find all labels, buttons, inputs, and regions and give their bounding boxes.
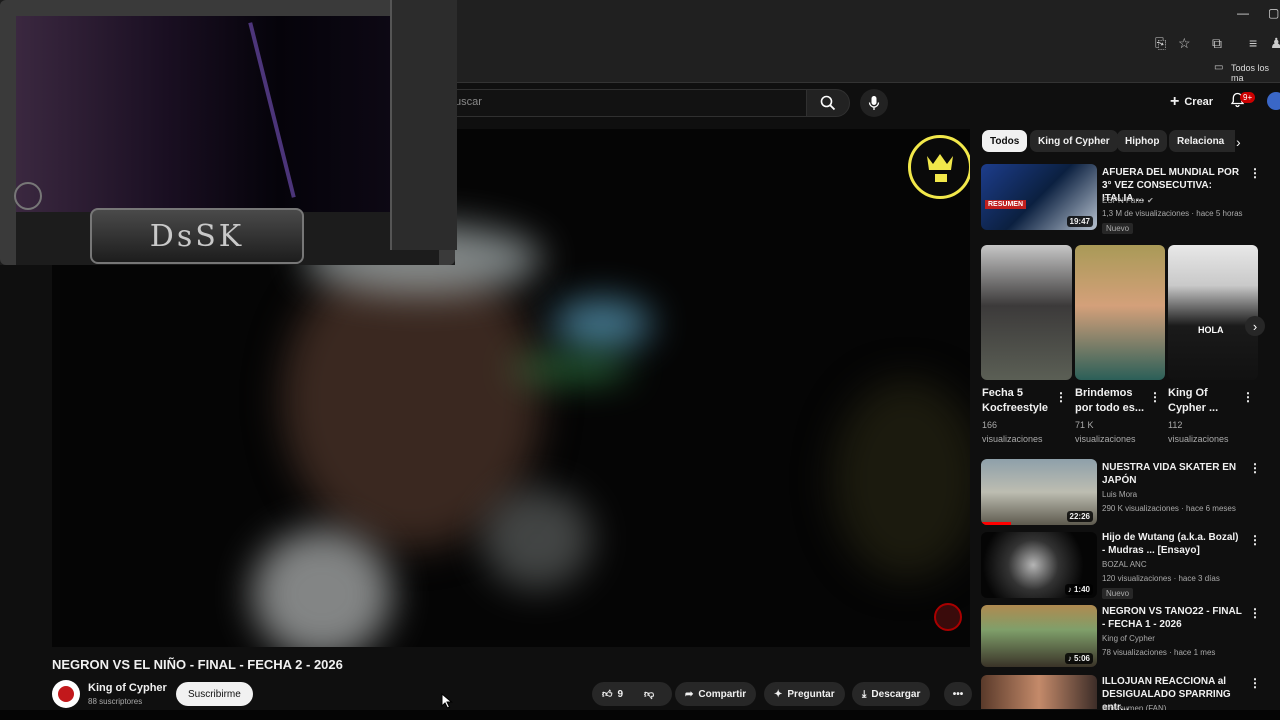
recommended-meta: 78 visualizaciones · hace 1 mes <box>1102 648 1216 657</box>
video-duration: ♪ 5:06 <box>1064 653 1093 664</box>
short-title[interactable]: Fecha 5 Kocfreestyle <box>982 386 1048 416</box>
channel-branding-icon <box>934 603 962 631</box>
video-duration: ♪ 1:40 <box>1064 584 1093 595</box>
chip-king-of-cypher[interactable]: King of Cypher <box>1030 130 1118 152</box>
more-vertical-icon[interactable]: ⋮ <box>1055 390 1067 404</box>
short-title[interactable]: King Of Cypher ... <box>1168 386 1218 416</box>
mic-icon <box>868 96 880 110</box>
recommended-channel[interactable]: BOZAL ANC <box>1102 560 1147 569</box>
share-button[interactable]: ➦ Compartir <box>675 682 757 706</box>
star-icon[interactable]: ☆ <box>1178 35 1191 52</box>
watch-progress <box>981 522 1011 525</box>
more-vertical-icon[interactable]: ⋮ <box>1249 533 1261 547</box>
thumbnail-label: RESUMEN <box>985 200 1027 209</box>
recommended-thumbnail[interactable]: 22:26 <box>981 459 1097 525</box>
thumbs-up-icon: 👍︎ <box>602 689 613 700</box>
video-duration: 22:26 <box>1066 511 1093 522</box>
more-horizontal-icon: ••• <box>952 688 964 700</box>
channel-name[interactable]: King of Cypher <box>88 682 167 694</box>
mouse-cursor-icon <box>441 693 453 709</box>
channel-watermark-logo[interactable] <box>908 135 970 199</box>
overlay-logo: DsSK <box>90 208 304 264</box>
plus-icon: + <box>1170 93 1180 110</box>
more-vertical-icon[interactable]: ⋮ <box>1249 676 1261 690</box>
restore-icon[interactable]: ▢ <box>1268 6 1279 20</box>
recommended-title[interactable]: NUESTRA VIDA SKATER EN JAPÓN <box>1102 461 1242 487</box>
create-label: Crear <box>1184 96 1214 108</box>
sparkle-icon: ✦ <box>774 688 783 700</box>
recommended-title[interactable]: Hijo de Wutang (a.k.a. Bozal) - Mudras .… <box>1102 531 1242 557</box>
channel-subscribers: 88 suscriptores <box>88 697 143 706</box>
short-views: 112 visualizaciones <box>1168 420 1229 444</box>
recommended-channel[interactable]: King of Cypher <box>1102 634 1155 643</box>
short-title[interactable]: Brindemos por todo es... <box>1075 386 1144 416</box>
media-control-icon[interactable]: ≡ <box>1249 35 1257 51</box>
notification-badge: 9+ <box>1240 92 1256 103</box>
more-vertical-icon[interactable]: ⋮ <box>1249 606 1261 620</box>
subscribe-button[interactable]: Suscribirme <box>176 682 253 706</box>
more-vertical-icon[interactable]: ⋮ <box>1242 390 1254 404</box>
download-button[interactable]: ⤓ Descargar <box>852 682 931 706</box>
crown-icon <box>927 154 953 182</box>
new-badge: Nuevo <box>1102 223 1134 234</box>
recommended-thumbnail[interactable]: RESUMEN 19:47 <box>981 164 1097 230</box>
video-title: NEGRON VS EL NIÑO - FINAL - FECHA 2 - 20… <box>52 657 343 672</box>
short-views: 166 visualizaciones <box>982 420 1043 444</box>
share-icon: ➦ <box>685 688 694 700</box>
recommended-channel[interactable]: ESPN Fans <box>1102 196 1144 205</box>
recommended-thumbnail[interactable] <box>981 675 1097 709</box>
minimize-icon[interactable]: — <box>1237 6 1249 20</box>
short-thumb-text: HOLA <box>1198 325 1224 335</box>
extensions-icon[interactable]: ⧉ <box>1212 35 1222 52</box>
video-duration: 19:47 <box>1066 216 1093 227</box>
recommended-title[interactable]: NEGRON VS TANO22 - FINAL - FECHA 1 - 202… <box>1102 605 1242 631</box>
shorts-next-icon[interactable]: › <box>1245 316 1265 336</box>
more-actions-button[interactable]: ••• <box>944 682 972 706</box>
download-icon: ⤓ <box>862 688 867 700</box>
search-icon <box>820 95 836 111</box>
create-button[interactable]: + Crear <box>1160 90 1223 114</box>
short-thumbnail[interactable] <box>981 245 1072 380</box>
new-badge: Nuevo <box>1102 588 1134 599</box>
recommended-meta: 120 visualizaciones · hace 3 días <box>1102 574 1220 583</box>
webcam-overlay: DsSK <box>0 0 457 265</box>
like-count: 9 <box>617 688 624 700</box>
chip-relacionados[interactable]: Relaciona <box>1169 130 1235 152</box>
dislike-button[interactable]: 👎︎ <box>634 682 672 706</box>
search-input[interactable] <box>440 89 807 117</box>
share-label: Compartir <box>698 688 747 700</box>
recommended-meta: 1,3 M de visualizaciones · hace 5 horas <box>1102 209 1243 218</box>
more-vertical-icon[interactable]: ⋮ <box>1249 461 1261 475</box>
more-vertical-icon[interactable]: ⋮ <box>1249 166 1261 180</box>
voice-search-button[interactable] <box>860 89 888 117</box>
channel-avatar[interactable] <box>52 680 80 708</box>
profile-icon[interactable]: ♟ <box>1270 35 1280 52</box>
install-app-icon[interactable]: ⎘ <box>1155 35 1166 52</box>
short-thumbnail[interactable]: HOLA <box>1168 245 1258 380</box>
bookmark-all[interactable]: Todos los ma <box>1231 63 1280 83</box>
thumbs-down-icon: 👎︎ <box>644 689 655 700</box>
recommended-thumbnail[interactable]: ♪ 5:06 <box>981 605 1097 667</box>
chevron-right-icon[interactable]: › <box>1236 134 1241 150</box>
chip-todos[interactable]: Todos <box>982 130 1028 152</box>
more-vertical-icon[interactable]: ⋮ <box>1149 390 1161 404</box>
short-thumbnail[interactable] <box>1075 245 1165 380</box>
short-views: 71 Kvisualizaciones <box>1075 420 1136 444</box>
download-label: Descargar <box>871 688 921 700</box>
ask-button[interactable]: ✦ Preguntar <box>764 682 845 706</box>
recommended-meta: 290 K visualizaciones · hace 6 meses <box>1102 504 1236 513</box>
search-button[interactable] <box>806 89 850 117</box>
search-placeholder: uscar <box>455 96 482 108</box>
recommended-channel[interactable]: Luis Mora <box>1102 490 1137 499</box>
folder-icon[interactable]: ▭ <box>1214 62 1223 73</box>
ask-label: Preguntar <box>787 688 835 700</box>
verified-icon: ✔ <box>1147 196 1154 205</box>
taskbar-edge <box>0 710 1280 720</box>
record-icon <box>14 182 42 210</box>
account-avatar[interactable] <box>1267 92 1280 110</box>
recommended-thumbnail[interactable]: ♪ 1:40 <box>981 532 1097 598</box>
chip-hiphop[interactable]: Hiphop <box>1117 130 1168 152</box>
